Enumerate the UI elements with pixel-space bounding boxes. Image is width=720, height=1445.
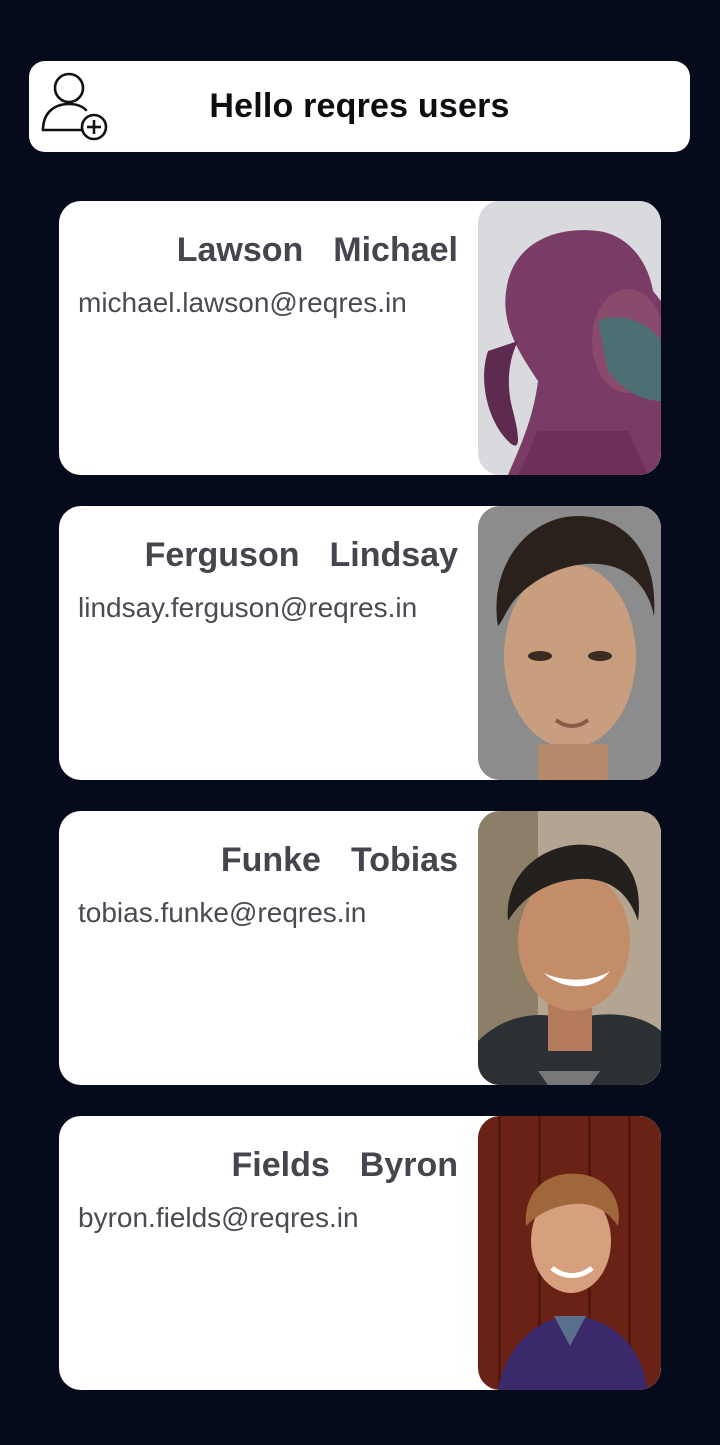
- user-email: michael.lawson@reqres.in: [78, 287, 407, 318]
- user-card[interactable]: Fields Byron byron.fields@reqres.in: [59, 1116, 661, 1390]
- user-avatar: [478, 201, 661, 475]
- user-email: byron.fields@reqres.in: [78, 1202, 359, 1233]
- user-last-name: Lawson: [176, 231, 304, 269]
- user-card[interactable]: Lawson Michael michael.lawson@reqres.in: [59, 201, 661, 475]
- app-header: Hello reqres users: [29, 61, 690, 152]
- user-last-name: Fields: [231, 1146, 330, 1184]
- user-avatar: [478, 506, 661, 780]
- user-name: Lawson Michael: [177, 231, 458, 270]
- user-first-name: Michael: [333, 231, 458, 269]
- user-first-name: Tobias: [350, 841, 458, 879]
- user-first-name: Byron: [359, 1146, 458, 1184]
- user-avatar: [478, 1116, 661, 1390]
- user-card[interactable]: Funke Tobias tobias.funke@reqres.in: [59, 811, 661, 1085]
- user-name: Ferguson Lindsay: [145, 536, 458, 575]
- user-info: Funke Tobias tobias.funke@reqres.in: [59, 811, 478, 1085]
- user-email: lindsay.ferguson@reqres.in: [78, 592, 418, 623]
- user-info: Lawson Michael michael.lawson@reqres.in: [59, 201, 478, 475]
- user-info: Ferguson Lindsay lindsay.ferguson@reqres.…: [59, 506, 478, 780]
- user-info: Fields Byron byron.fields@reqres.in: [59, 1116, 478, 1390]
- user-name: Fields Byron: [232, 1146, 458, 1185]
- page-title: Hello reqres users: [209, 87, 510, 125]
- user-list: Lawson Michael michael.lawson@reqres.in F…: [59, 201, 661, 1421]
- user-avatar: [478, 811, 661, 1085]
- user-last-name: Ferguson: [144, 536, 300, 574]
- user-name: Funke Tobias: [221, 841, 458, 880]
- user-email: tobias.funke@reqres.in: [78, 897, 367, 928]
- user-first-name: Lindsay: [329, 536, 458, 574]
- user-card[interactable]: Ferguson Lindsay lindsay.ferguson@reqres.…: [59, 506, 661, 780]
- user-last-name: Funke: [220, 841, 321, 879]
